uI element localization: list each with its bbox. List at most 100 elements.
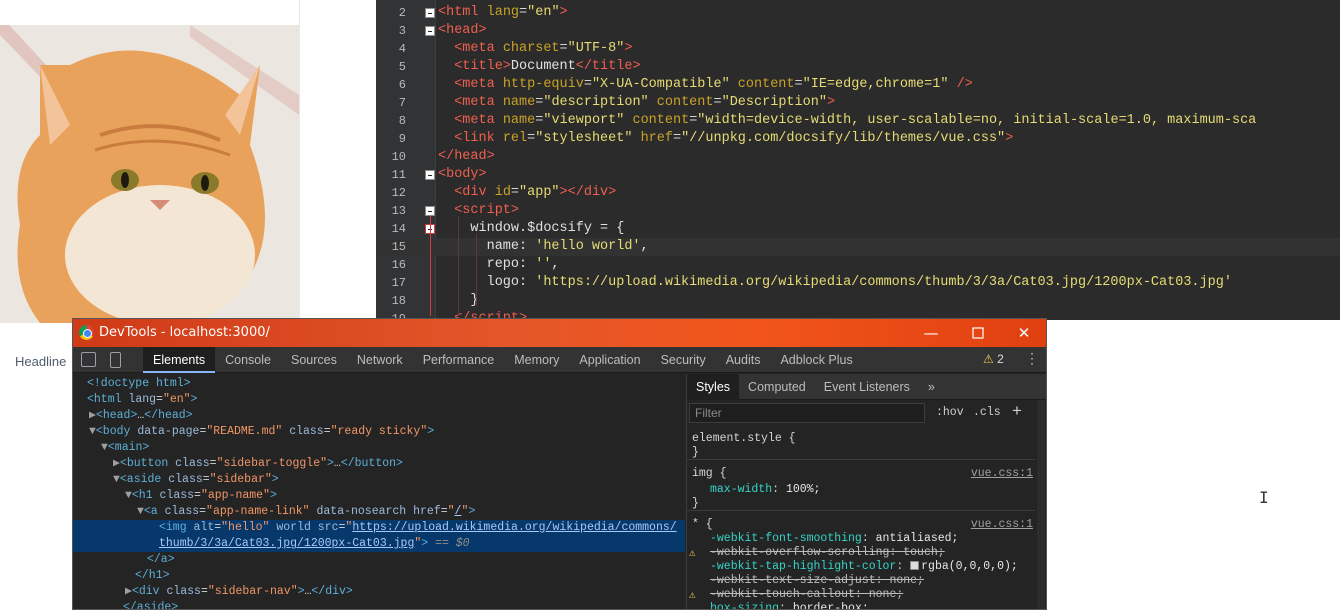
dom-node-text: ▼<body data-page="README.md" class="read… [89, 425, 435, 438]
img-prop-name[interactable]: max-width [710, 483, 772, 496]
css-declaration[interactable]: -webkit-tap-highlight-color: rgba(0,0,0,… [710, 560, 1018, 574]
styles-scrollbar[interactable] [1037, 400, 1045, 609]
maximize-button[interactable] [955, 319, 1001, 347]
tab-audits[interactable]: Audits [716, 347, 771, 373]
code-line[interactable]: 15 name: 'hello world', [376, 238, 1340, 256]
tab-performance[interactable]: Performance [413, 347, 505, 373]
dom-node-text: ▶<div class="sidebar-nav">…</div> [125, 585, 353, 598]
line-number: 14 [391, 222, 406, 236]
code-line[interactable]: 16 repo: '', [376, 256, 1340, 274]
tab-application[interactable]: Application [569, 347, 650, 373]
code-line[interactable]: 11 <body> [376, 166, 1340, 184]
code-text: <script> [454, 203, 520, 218]
code-line[interactable]: 3 <head> [376, 22, 1340, 40]
cls-toggle[interactable]: .cls [973, 406, 1001, 419]
code-editor[interactable]: 2 <html lang="en"> 3 <head> 4 <meta charset=… [376, 0, 1340, 320]
close-button[interactable]: ✕ [1001, 319, 1046, 347]
code-line[interactable]: 12 <div id="app"></div> [376, 184, 1340, 202]
dom-node-selected[interactable]: thumb/3/3a/Cat03.jpg/1200px-Cat03.jpg"> … [73, 536, 685, 552]
code-line[interactable]: 9 <link rel="stylesheet" href="//unpkg.c… [376, 130, 1340, 148]
tab-adblock-plus[interactable]: Adblock Plus [770, 347, 862, 373]
css-declaration[interactable]: -webkit-overflow-scrolling: touch; [710, 546, 945, 560]
code-line[interactable]: 8 <meta name="viewport" content="width=d… [376, 112, 1340, 130]
styles-filter-input[interactable]: Filter [689, 403, 925, 423]
css-prop-value[interactable]: touch; [903, 546, 944, 559]
device-toolbar-icon[interactable] [110, 352, 121, 368]
universal-rule-source-link[interactable]: vue.css:1 [971, 518, 1033, 531]
dom-node-text: </a> [147, 553, 175, 566]
warnings-counter[interactable]: ⚠ 2 [983, 352, 1004, 366]
warning-count: 2 [997, 352, 1004, 366]
tab-network[interactable]: Network [347, 347, 413, 373]
new-style-rule-button[interactable]: + [1012, 401, 1022, 421]
styles-tab-styles[interactable]: Styles [687, 374, 740, 400]
code-line[interactable]: 10 </head> [376, 148, 1340, 166]
universal-rule[interactable]: * { vue.css:1 -webkit-font-smoothing: an… [687, 514, 1035, 610]
code-line[interactable]: 5 <title>Document</title> [376, 58, 1340, 76]
element-style-rule[interactable]: element.style { } [687, 428, 1035, 460]
css-colon: : [889, 546, 904, 559]
inspect-element-icon[interactable] [81, 352, 96, 367]
tab-memory[interactable]: Memory [504, 347, 569, 373]
css-prop-name[interactable]: box-sizing [710, 602, 779, 609]
css-prop-name[interactable]: -webkit-overflow-scrolling [710, 546, 889, 559]
css-prop-name[interactable]: -webkit-font-smoothing [710, 532, 862, 545]
line-number: 13 [391, 204, 406, 218]
maximize-icon [972, 327, 984, 339]
code-line[interactable]: 2 <html lang="en"> [376, 4, 1340, 22]
elements-dom-tree[interactable]: … <!doctype html><html lang="en">▶<head>… [73, 374, 685, 610]
css-prop-name[interactable]: -webkit-text-size-adjust [710, 574, 876, 587]
dom-node-selected[interactable]: <img alt="hello" world src="https://uplo… [73, 520, 685, 536]
css-prop-value[interactable]: none; [889, 574, 924, 587]
styles-tab-event-listeners[interactable]: Event Listeners [815, 374, 919, 400]
code-line[interactable]: 18 } [376, 292, 1340, 310]
code-line[interactable]: 6 <meta http-equiv="X-UA-Compatible" con… [376, 76, 1340, 94]
tab-elements[interactable]: Elements [143, 347, 216, 373]
css-prop-name[interactable]: -webkit-touch-callout [710, 588, 855, 601]
cat-logo-image[interactable] [0, 25, 299, 323]
code-line[interactable]: 17 logo: 'https://upload.wikimedia.org/w… [376, 274, 1340, 292]
img-prop-value[interactable]: 100%; [786, 483, 821, 496]
css-declaration[interactable]: -webkit-text-size-adjust: none; [710, 574, 924, 588]
css-declaration[interactable]: -webkit-font-smoothing: antialiased; [710, 532, 958, 546]
minimize-button[interactable]: — [908, 319, 954, 347]
code-line[interactable]: 7 <meta name="description" content="Desc… [376, 94, 1340, 112]
tab-sources[interactable]: Sources [281, 347, 347, 373]
rule-close-brace: } [692, 497, 699, 510]
code-line[interactable]: 4 <meta charset="UTF-8"> [376, 40, 1340, 58]
img-rule-source-link[interactable]: vue.css:1 [971, 467, 1033, 480]
styles-tab-computed[interactable]: Computed [739, 374, 815, 400]
fold-toggle-icon[interactable] [425, 8, 435, 18]
fold-toggle-icon[interactable] [425, 206, 435, 216]
css-prop-value[interactable]: rgba(0,0,0,0); [921, 560, 1018, 573]
code-line[interactable]: 14 window.$docsify = { [376, 220, 1340, 238]
devtools-window[interactable]: DevTools - localhost:3000/ — ✕ Elements C… [72, 318, 1047, 610]
text-cursor-icon: I [1259, 488, 1269, 507]
fold-toggle-icon[interactable] [425, 26, 435, 36]
color-swatch[interactable] [910, 561, 920, 570]
css-colon: : [779, 602, 793, 610]
img-rule[interactable]: img { vue.css:1 max-width: 100%; } [687, 463, 1035, 511]
tab-console[interactable]: Console [215, 347, 281, 373]
code-text: <body> [438, 167, 487, 182]
dom-node-text: thumb/3/3a/Cat03.jpg/1200px-Cat03.jpg"> … [159, 537, 470, 550]
devtools-titlebar[interactable]: DevTools - localhost:3000/ — ✕ [73, 319, 1046, 347]
line-number: 9 [398, 132, 406, 146]
css-prop-name[interactable]: -webkit-tap-highlight-color [710, 560, 896, 573]
code-text: <meta charset="UTF-8"> [454, 41, 633, 56]
css-declaration[interactable]: -webkit-touch-callout: none; [710, 588, 903, 602]
css-prop-value[interactable]: antialiased; [876, 532, 959, 545]
code-text: <meta name="viewport" content="width=dev… [454, 113, 1257, 128]
dom-node-text: <img alt="hello" world src="https://uplo… [159, 521, 677, 534]
more-options-icon[interactable]: ⋮ [1025, 350, 1039, 367]
styles-tab-more[interactable]: » [919, 374, 944, 400]
css-prop-value[interactable]: border-box; [793, 602, 869, 609]
line-number: 17 [391, 276, 406, 290]
code-line[interactable]: 13 <script> [376, 202, 1340, 220]
css-prop-value[interactable]: none; [869, 588, 904, 601]
fold-toggle-icon[interactable] [425, 170, 435, 180]
dom-node-text: </aside> [123, 601, 179, 610]
css-declaration[interactable]: box-sizing: border-box; [710, 602, 869, 610]
hov-toggle[interactable]: :hov [936, 406, 964, 419]
tab-security[interactable]: Security [651, 347, 716, 373]
